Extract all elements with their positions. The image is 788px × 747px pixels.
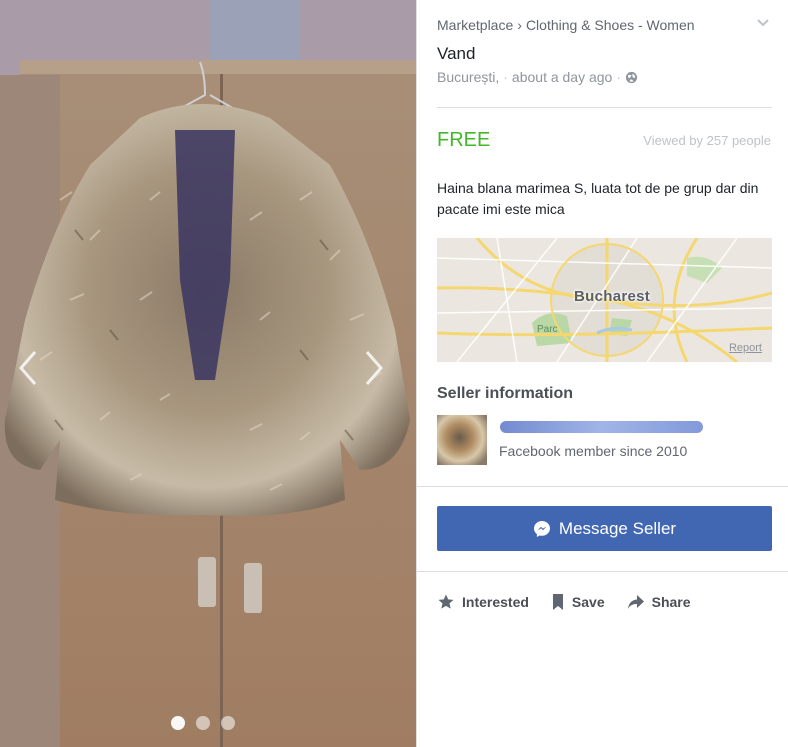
map-city-label: Bucharest xyxy=(574,288,651,305)
meta-separator: · xyxy=(616,69,622,85)
chevron-right-icon xyxy=(365,351,383,385)
seller-name-redacted[interactable] xyxy=(500,421,703,433)
meta-separator: · xyxy=(503,69,508,85)
listing-posted-time[interactable]: about a day ago xyxy=(512,69,612,85)
messenger-icon xyxy=(533,520,550,537)
breadcrumb-marketplace[interactable]: Marketplace xyxy=(437,17,513,33)
bookmark-icon xyxy=(552,594,563,610)
chevron-left-icon xyxy=(19,351,37,385)
seller-avatar[interactable] xyxy=(437,415,487,465)
listing-photo[interactable] xyxy=(0,0,416,747)
photo-dot-3[interactable] xyxy=(221,716,235,730)
listing-title: Vand xyxy=(437,44,476,63)
save-label: Save xyxy=(571,594,605,610)
collapse-button[interactable] xyxy=(756,15,770,29)
previous-photo-button[interactable] xyxy=(18,350,48,394)
globe-icon xyxy=(625,71,638,83)
listing-price: FREE xyxy=(437,129,491,151)
fur-coat-photo xyxy=(0,0,416,747)
share-label: Share xyxy=(651,594,691,610)
star-icon xyxy=(438,594,454,609)
next-photo-button[interactable] xyxy=(364,350,394,394)
interested-label: Interested xyxy=(462,594,529,610)
map-park-label: Parc xyxy=(537,324,558,335)
divider xyxy=(417,571,788,572)
message-seller-button[interactable]: Message Seller xyxy=(437,506,772,551)
divider xyxy=(417,486,788,487)
photo-dot-1[interactable] xyxy=(171,716,185,730)
breadcrumb-separator: › xyxy=(517,17,522,33)
photo-pager xyxy=(171,716,235,730)
listing-description: Haina blana marimea S, luata tot de pe g… xyxy=(437,180,759,217)
share-button[interactable]: Share xyxy=(627,590,691,614)
chevron-down-icon xyxy=(757,19,769,27)
map-report-link[interactable]: Report xyxy=(729,342,762,354)
breadcrumb: Marketplace › Clothing & Shoes - Women xyxy=(437,17,695,33)
seller-section-title: Seller information xyxy=(437,385,574,402)
listing-actions: Interested Save Share xyxy=(437,590,691,614)
breadcrumb-category[interactable]: Clothing & Shoes - Women xyxy=(526,17,695,33)
share-icon xyxy=(627,595,644,609)
message-seller-label: Message Seller xyxy=(558,518,677,538)
divider xyxy=(437,107,772,108)
seller-member-since: Facebook member since 2010 xyxy=(499,443,688,459)
photo-dot-2[interactable] xyxy=(196,716,210,730)
listing-meta: București, · about a day ago · xyxy=(437,69,638,85)
interested-button[interactable]: Interested xyxy=(437,590,529,614)
listing-location[interactable]: București, xyxy=(437,69,499,85)
save-button[interactable]: Save xyxy=(551,590,605,614)
listing-details: Marketplace › Clothing & Shoes - Women V… xyxy=(416,0,788,747)
location-map[interactable]: Bucharest Parc Report xyxy=(437,238,772,362)
view-count: Viewed by 257 people xyxy=(643,133,771,148)
